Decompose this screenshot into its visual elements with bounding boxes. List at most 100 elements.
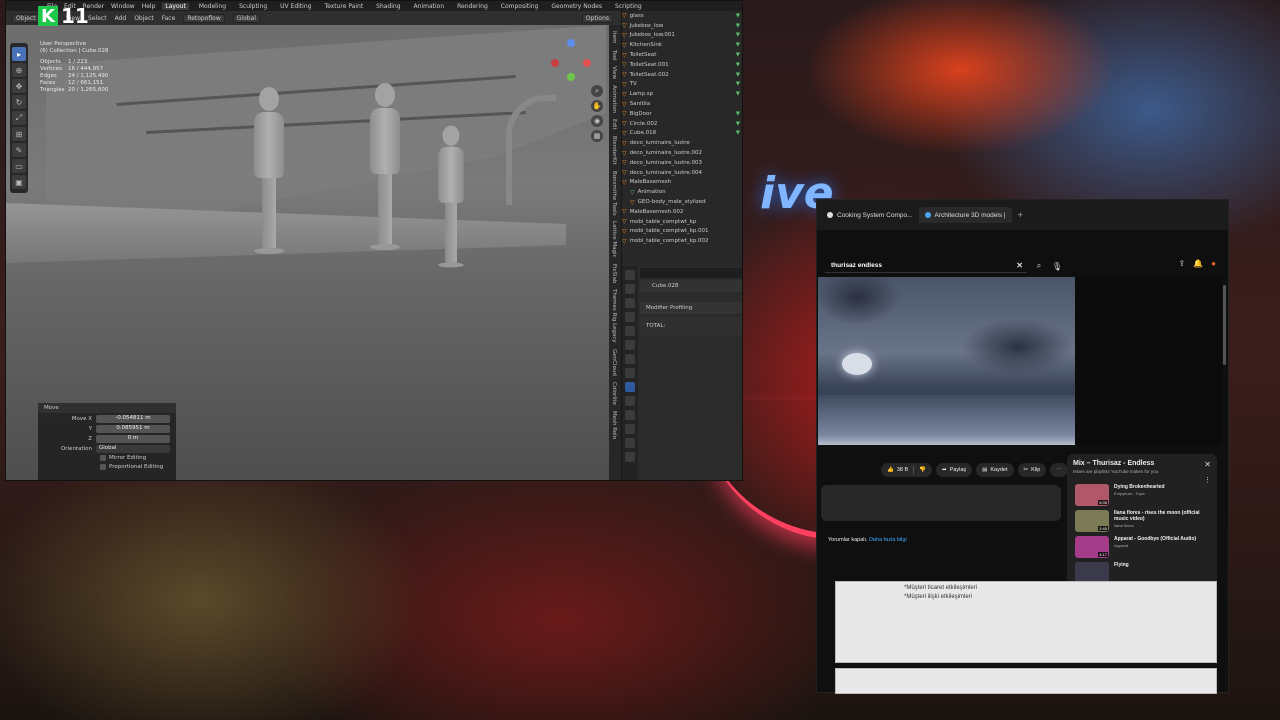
browser-tab[interactable]: Architecture 3D models | [918, 207, 1012, 223]
workspace-tab-uv-editing[interactable]: UV Editing [277, 3, 314, 10]
workspace-tab-rendering[interactable]: Rendering [454, 3, 491, 10]
sidetab[interactable]: Edit [611, 119, 617, 130]
sidetab[interactable]: Tool [611, 50, 617, 61]
constraints-icon[interactable] [625, 424, 635, 434]
options-dropdown[interactable]: Options [581, 13, 613, 23]
outliner-item[interactable]: ▽ glass ▼ [622, 11, 742, 21]
retopoflow-dropdown[interactable]: Retopoflow [183, 13, 225, 23]
outliner-item[interactable]: ▽ Jukebox_low ▼ [622, 21, 742, 31]
workspace-tab-texture-paint[interactable]: Texture Paint [321, 3, 366, 10]
outliner-item[interactable]: ▽ Sanitila [622, 99, 742, 109]
microphone-icon[interactable]: 🎙 [1051, 260, 1063, 272]
notifications-bell-icon[interactable]: 🔔 [1193, 259, 1203, 268]
header-face-menu[interactable]: Face [162, 15, 176, 22]
sidetab[interactable]: Themes Rig Legacy [611, 289, 617, 343]
playlist-item[interactable]: 2:45 Ilana flores - rises the moon (offi… [1067, 510, 1217, 534]
outliner-item[interactable]: ▽ ToiletSeat.001 ▼ [622, 60, 742, 70]
object-icon[interactable] [625, 368, 635, 378]
youtube-search-input[interactable]: thurisaz endless ✕ [825, 259, 1027, 273]
outliner-item[interactable]: ▽ ToiletSeat.002 ▼ [622, 70, 742, 80]
view-layer-icon[interactable] [625, 312, 635, 322]
playlist-item-title[interactable]: Apparat - Goodbye (Official Audio) [1114, 536, 1214, 542]
measure-tool-icon[interactable]: ▭ [12, 159, 26, 173]
outliner-item[interactable]: ▽ Cube.018 ▼ [622, 129, 742, 139]
sidetab[interactable]: Animation [611, 85, 617, 113]
rotate-tool-icon[interactable]: ↻ [12, 95, 26, 109]
orientation-select[interactable]: Global [96, 444, 170, 453]
mirror-editing-checkbox[interactable]: Mirror Editing [38, 453, 176, 462]
modifier-profiling-section[interactable]: Modifier Profiling [640, 302, 742, 314]
sidetab[interactable]: Mesh Rolo [611, 411, 617, 439]
physics-icon[interactable] [625, 410, 635, 420]
workspace-tab-geometry-nodes[interactable]: Geometry Nodes [548, 3, 605, 10]
outliner-item[interactable]: ▽ Lamp.sp ▼ [622, 89, 742, 99]
video-thumbnail[interactable]: 2:45 [1075, 510, 1109, 532]
tool-settings-icon[interactable] [625, 270, 635, 280]
outliner-item[interactable]: ▽ MaleBasemesh [622, 178, 742, 188]
gizmo-neg-x-icon[interactable] [551, 59, 559, 67]
outliner-item[interactable]: ▽ deco_luminaire_lustre.002 [622, 148, 742, 158]
playlist-item-title[interactable]: Flying [1114, 562, 1214, 568]
outliner-item[interactable]: ▽ deco_luminaire_lustre.003 [622, 158, 742, 168]
page-scrollbar[interactable] [1223, 285, 1226, 365]
proportional-editing-checkbox[interactable]: Proportional Editing [38, 462, 176, 471]
cursor-tool-icon[interactable]: ⊕ [12, 63, 26, 77]
modifier-wrench-icon[interactable] [625, 382, 635, 392]
outliner-item[interactable]: ▽ Animation [622, 187, 742, 197]
zoom-icon[interactable]: ⌕ [591, 85, 603, 97]
outliner-item[interactable]: ▽ GEO-body_male_stylized [622, 197, 742, 207]
sidetab[interactable]: Bonsmithe Tools [611, 171, 617, 216]
gizmo-z-icon[interactable] [567, 39, 575, 47]
clear-search-icon[interactable]: ✕ [1016, 261, 1023, 270]
outliner-item[interactable]: ▽ Jukebox_low.001 ▼ [622, 31, 742, 41]
gizmo-y-icon[interactable] [567, 73, 575, 81]
outliner-item[interactable]: ▽ mobi_table_comptwt_kp.002 [622, 236, 742, 246]
new-tab-plus-icon[interactable]: + [1012, 210, 1023, 220]
description-box[interactable] [821, 485, 1061, 521]
workspace-tab-animation[interactable]: Animation [411, 3, 448, 10]
outliner-item[interactable]: ▽ mobi_table_comptwt_kp [622, 217, 742, 227]
sidetab[interactable]: View [611, 66, 617, 79]
menu-help[interactable]: Help [142, 3, 156, 10]
outliner-item[interactable]: ▽ MaleBasemesh.002 [622, 207, 742, 217]
collection-icon[interactable] [625, 354, 635, 364]
camera-view-icon[interactable]: ◉ [591, 115, 603, 127]
clip-button[interactable]: ✂ Klip [1017, 463, 1047, 477]
character-model[interactable] [370, 83, 400, 250]
sidetab[interactable]: Item [611, 31, 617, 44]
orientation-dropdown[interactable]: Global [232, 13, 260, 23]
move-x-field[interactable]: -0.054811 m [96, 414, 170, 423]
outliner-item[interactable]: ▽ KitchenSink ▼ [622, 40, 742, 50]
workspace-tab-layout[interactable]: Layout [162, 2, 189, 10]
annotate-tool-icon[interactable]: ✎ [12, 143, 26, 157]
playlist-item[interactable]: 4:17 Apparat - Goodbye (Official Audio) … [1067, 536, 1217, 560]
scene-icon[interactable] [625, 326, 635, 336]
workspace-tab-shading[interactable]: Shading [373, 3, 403, 10]
particles-icon[interactable] [625, 396, 635, 406]
checkbox-box[interactable] [100, 454, 106, 461]
header-select-menu[interactable]: Select [88, 15, 107, 22]
move-z-field[interactable]: 0 m [96, 434, 170, 443]
video-player[interactable] [818, 277, 1075, 445]
document-window-lower[interactable] [835, 668, 1217, 694]
move-tool-icon[interactable]: ✥ [12, 79, 26, 93]
playlist-item[interactable]: 5:35 Dying Brokenhearted Empyrium - Topi… [1067, 484, 1217, 508]
transform-tool-icon[interactable]: ⊞ [12, 127, 26, 141]
select-box-tool-icon[interactable]: ▸ [12, 47, 26, 61]
gizmo-x-icon[interactable] [583, 59, 591, 67]
3d-viewport[interactable]: ▸ ⊕ ✥ ↻ ⤢ ⊞ ✎ ▭ ▣ User Perspective (6) C… [6, 25, 621, 480]
playlist-item-title[interactable]: Ilana flores - rises the moon (official … [1114, 510, 1214, 522]
header-add-menu[interactable]: Add [115, 15, 127, 22]
more-vert-icon[interactable]: ⋮ [1204, 476, 1211, 484]
character-model[interactable] [254, 87, 284, 254]
more-actions-button[interactable]: ⋯ [1050, 463, 1068, 477]
sidetab[interactable]: Lattice Magic [611, 221, 617, 258]
pan-hand-icon[interactable]: ✋ [591, 100, 603, 112]
outliner-item[interactable]: ▽ deco_luminaire_lustre [622, 138, 742, 148]
workspace-tab-compositing[interactable]: Compositing [498, 3, 542, 10]
avatar[interactable]: ● [1211, 259, 1216, 268]
outliner-item[interactable]: ▽ mobi_table_comptwt_kp.001 [622, 227, 742, 237]
video-thumbnail[interactable]: 4:17 [1075, 536, 1109, 558]
save-button[interactable]: ▤ Kaydet [976, 463, 1014, 477]
outliner-item[interactable]: ▽ BigDoor ▼ [622, 109, 742, 119]
